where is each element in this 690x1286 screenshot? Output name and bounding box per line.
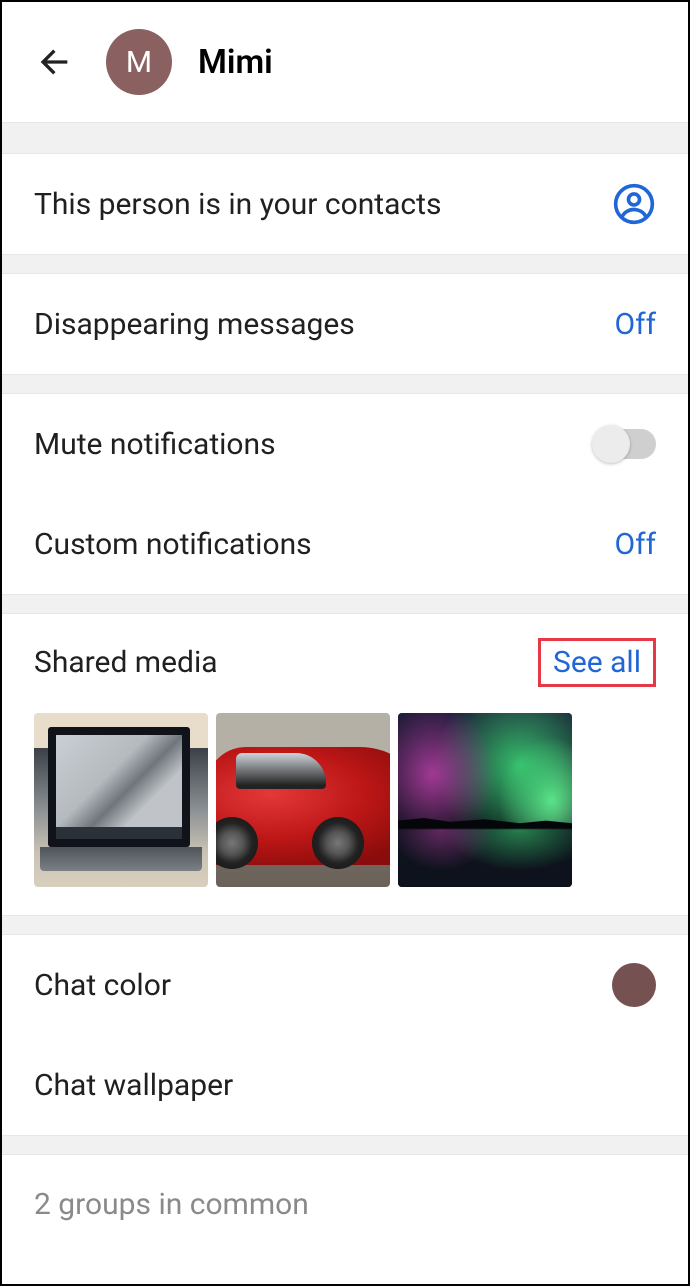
arrow-left-icon [34,42,74,82]
shared-media-header: Shared media See all [34,638,656,687]
media-thumb-laptop[interactable] [34,713,208,887]
chat-color-row[interactable]: Chat color [2,935,688,1035]
chat-wallpaper-row[interactable]: Chat wallpaper [2,1035,688,1135]
media-thumb-car[interactable] [216,713,390,887]
groups-in-common-row[interactable]: 2 groups in common [2,1155,688,1235]
see-all-link[interactable]: See all [538,638,656,687]
avatar-letter: M [126,45,152,80]
divider [2,374,688,394]
mute-label: Mute notifications [34,427,276,462]
divider [2,915,688,935]
divider [2,254,688,274]
custom-notifications-value: Off [615,527,657,562]
header: M Mimi [2,2,688,122]
divider [2,122,688,154]
contacts-row[interactable]: This person is in your contacts [2,154,688,254]
back-button[interactable] [30,38,78,86]
shared-media-label: Shared media [34,645,218,680]
mute-toggle[interactable] [596,429,656,459]
person-circle-icon [612,182,656,226]
media-thumb-aurora[interactable] [398,713,572,887]
groups-label: 2 groups in common [34,1187,309,1222]
divider [2,594,688,614]
contacts-label: This person is in your contacts [34,187,441,222]
chat-color-label: Chat color [34,968,171,1003]
custom-notifications-row[interactable]: Custom notifications Off [2,494,688,594]
divider [2,1135,688,1155]
custom-notifications-label: Custom notifications [34,527,312,562]
disappearing-messages-row[interactable]: Disappearing messages Off [2,274,688,374]
chat-wallpaper-label: Chat wallpaper [34,1068,233,1103]
disappearing-label: Disappearing messages [34,307,355,342]
disappearing-value: Off [615,307,657,342]
avatar[interactable]: M [106,29,172,95]
media-thumbnails [34,713,656,887]
chat-color-swatch [612,963,656,1007]
shared-media-section: Shared media See all [2,614,688,915]
page-title: Mimi [198,43,273,82]
mute-notifications-row[interactable]: Mute notifications [2,394,688,494]
